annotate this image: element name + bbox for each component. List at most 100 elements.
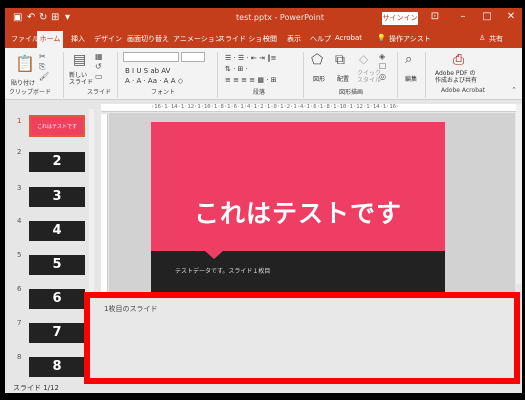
ribbon-separator — [397, 52, 398, 98]
canvas-scrollbar[interactable] — [516, 104, 522, 284]
tell-me-search[interactable]: 操作アシスト — [389, 34, 431, 44]
font-size-select[interactable] — [181, 52, 205, 62]
group-drawing-label: 図形描画 — [339, 89, 364, 96]
ribbon-separator — [425, 52, 426, 98]
ribbon-tabs: ファイル ホーム 挿入 デザイン 画面切り替え アニメーション スライド ショー… — [5, 30, 522, 48]
shapes-button[interactable]: 図形 — [313, 74, 325, 83]
thumbnail-slide-3[interactable]: 3 — [29, 187, 85, 207]
arrange-icon[interactable]: ⧉ — [335, 52, 345, 68]
font-style-buttons[interactable]: B I U S ab AV — [125, 67, 170, 75]
minimize-icon[interactable]: – — [455, 11, 471, 22]
customize-quick-access-icon[interactable]: ▾ — [65, 12, 70, 23]
paste-icon[interactable]: 📋 — [15, 54, 35, 73]
tab-help[interactable]: ヘルプ — [310, 34, 331, 44]
thumbnail-slide-6[interactable]: 6 — [29, 289, 85, 309]
alignment-buttons[interactable]: ≡ ≡ ≡ ≡ ▦ · ⊞ — [225, 76, 277, 84]
vertical-ruler — [101, 114, 108, 304]
bullets-buttons[interactable]: ☰ · ☰ · ⇤ ⇥ ‖≡ — [225, 54, 276, 62]
font-name-select[interactable] — [123, 52, 179, 62]
person-icon: ♙ — [479, 34, 486, 42]
tab-file[interactable]: ファイル — [11, 34, 39, 44]
close-icon[interactable]: ✕ — [503, 11, 519, 22]
tab-slideshow[interactable]: スライド ショー — [218, 34, 269, 44]
slide-thumbnail-pane: 1 これはテストです 2 2 3 3 4 4 5 5 6 6 7 7 8 8 — [5, 101, 95, 381]
thumbnail-number: 8 — [17, 353, 22, 361]
group-font-label: フォント — [151, 89, 176, 96]
thumbnail-number: 5 — [17, 251, 22, 259]
thumbnail-number: 3 — [17, 184, 22, 192]
maximize-icon[interactable]: □ — [479, 11, 495, 22]
collapse-ribbon-icon[interactable]: ⌃ — [511, 86, 517, 94]
lightbulb-icon: 💡 — [377, 34, 386, 42]
ribbon-home: 📋 貼り付け ✂ ⎘ 🖌 クリップボード ▤ 新しい スライド ▦ ↺ ▭ スラ… — [5, 48, 522, 100]
quick-styles-button[interactable]: クイック スタイル — [357, 70, 381, 84]
slide-notch — [205, 251, 223, 259]
arrange-button[interactable]: 配置 — [337, 74, 349, 83]
screenshot: ▣ ↶ ↻ ⊞ ▾ test.pptx - PowerPoint サインイン ⊡… — [0, 0, 525, 400]
ribbon-separator — [217, 52, 218, 98]
text-direction-buttons[interactable]: ⇅ · ⊞ · — [225, 65, 248, 73]
edit-button[interactable]: 編集 — [405, 74, 417, 83]
adobe-pdf-button[interactable]: Adobe PDF の 作成および共有 — [435, 70, 477, 84]
tab-insert[interactable]: 挿入 — [71, 34, 85, 44]
quick-styles-icon[interactable]: ◇ — [359, 52, 368, 66]
thumbnail-slide-2[interactable]: 2 — [29, 152, 85, 172]
group-clipboard-label: クリップボード — [9, 89, 52, 96]
tab-home[interactable]: ホーム — [37, 31, 63, 48]
tab-design[interactable]: デザイン — [94, 34, 122, 44]
thumbnail-number: 6 — [17, 285, 22, 293]
save-icon[interactable]: ▣ — [13, 12, 22, 23]
ribbon-separator — [303, 52, 304, 98]
horizontal-ruler: ·16·1·14·1·12·1·10·1·8·1·6·1·4·1·2·1·0·1… — [101, 104, 516, 112]
group-slides-label: スライド — [87, 89, 112, 96]
layout-icon[interactable]: ▦ — [95, 52, 103, 61]
title-bar: ▣ ↶ ↻ ⊞ ▾ test.pptx - PowerPoint サインイン ⊡… — [5, 8, 522, 30]
thumbnail-slide-5[interactable]: 5 — [29, 255, 85, 275]
ruler-ticks: ·16·1·14·1·12·1·10·1·8·1·6·1·4·1·2·1·0·1… — [151, 104, 400, 110]
current-slide[interactable]: これはテストです テストデータです。スライド１枚目 — [151, 122, 445, 292]
adobe-pdf-icon[interactable]: ⎙ — [453, 52, 464, 68]
new-slide-icon[interactable]: ▤ — [73, 52, 86, 68]
tab-review[interactable]: 校閲 — [263, 34, 277, 44]
tab-animations[interactable]: アニメーション — [173, 34, 222, 44]
shape-fill-icon[interactable]: ◈ — [379, 52, 385, 61]
slide-subtitle[interactable]: テストデータです。スライド１枚目 — [175, 266, 270, 275]
ribbon-display-options-icon[interactable]: ⊡ — [427, 11, 443, 22]
undo-icon[interactable]: ↶ — [27, 12, 35, 23]
shapes-icon[interactable]: ⬠ — [311, 52, 323, 68]
search-icon[interactable]: ⌕ — [405, 52, 412, 67]
shape-effects-icon[interactable]: ◎ — [379, 72, 386, 81]
copy-icon[interactable]: ⎘ — [39, 62, 45, 72]
font-color-buttons[interactable]: A · A · Aa · A A ◇ — [125, 77, 183, 85]
tab-transitions[interactable]: 画面切り替え — [127, 34, 169, 44]
new-slide-button[interactable]: 新しい スライド — [69, 72, 93, 86]
notes-text[interactable]: 1枚目のスライド — [104, 304, 157, 314]
thumbnail-slide-8[interactable]: 8 — [29, 357, 85, 377]
format-painter-icon[interactable]: 🖌 — [39, 72, 49, 81]
ribbon-separator — [117, 52, 118, 98]
shape-outline-icon[interactable]: ☐ — [379, 62, 386, 71]
thumbnail-number: 2 — [17, 148, 22, 156]
cut-icon[interactable]: ✂ — [39, 52, 46, 61]
group-paragraph-label: 段落 — [253, 89, 266, 96]
paste-button[interactable]: 貼り付け — [11, 78, 35, 87]
thumbnail-slide-4[interactable]: 4 — [29, 221, 85, 241]
thumbnail-slide-7[interactable]: 7 — [29, 323, 85, 343]
tab-acrobat[interactable]: Acrobat — [335, 34, 362, 42]
reset-icon[interactable]: ↺ — [95, 62, 102, 71]
thumbnail-number: 7 — [17, 319, 22, 327]
sign-in-button[interactable]: サインイン — [382, 12, 418, 25]
share-button[interactable]: 共有 — [489, 34, 503, 44]
ribbon-separator — [63, 52, 64, 98]
slide-counter: スライド 1/12 — [13, 384, 59, 392]
thumbnail-slide-1[interactable]: これはテストです — [29, 115, 85, 137]
tab-view[interactable]: 表示 — [287, 34, 301, 44]
section-icon[interactable]: ▭ — [95, 72, 103, 81]
group-acrobat-label: Adobe Acrobat — [441, 87, 486, 94]
notes-pane[interactable]: 1枚目のスライド — [84, 292, 520, 384]
start-slideshow-icon[interactable]: ⊞ — [51, 12, 59, 23]
redo-icon[interactable]: ↻ — [39, 12, 47, 23]
status-bar: スライド 1/12 — [5, 380, 85, 393]
window-title: test.pptx - PowerPoint — [236, 13, 324, 22]
slide-title[interactable]: これはテストです — [151, 194, 445, 230]
